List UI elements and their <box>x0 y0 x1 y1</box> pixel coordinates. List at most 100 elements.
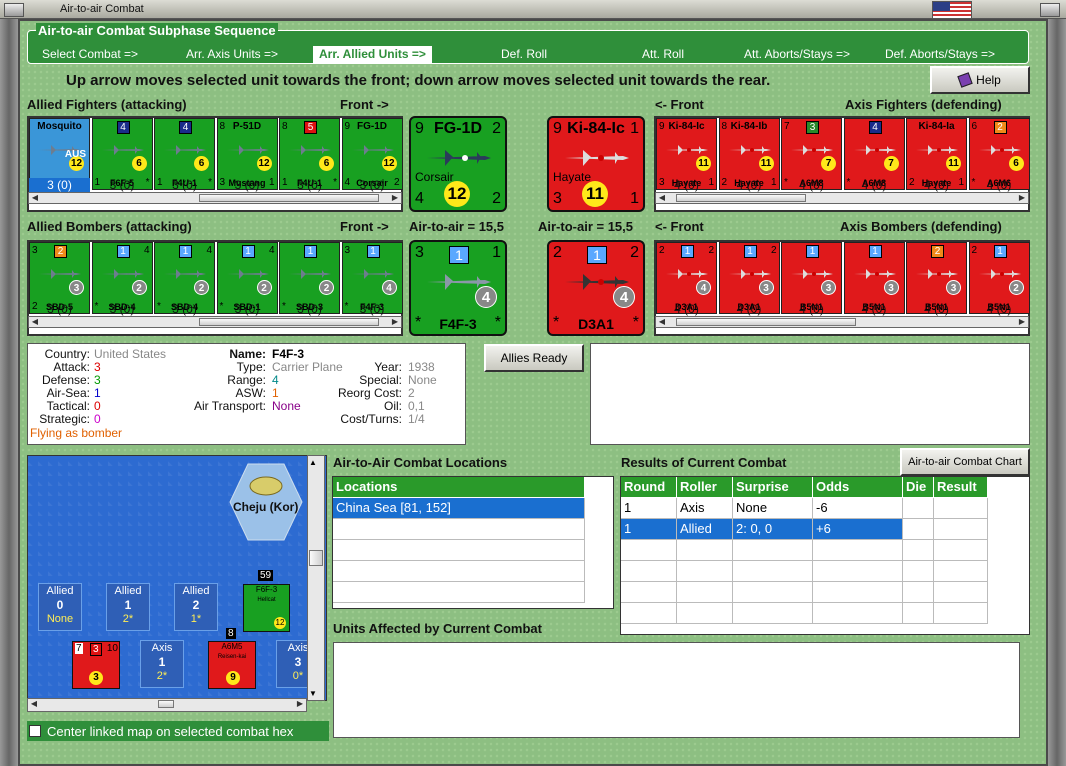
phase-arr-axis[interactable]: Arr. Axis Units => <box>186 46 278 63</box>
scroll-left-icon[interactable]: ◀ <box>30 193 40 203</box>
big-sub: Hayate <box>553 170 592 184</box>
axis_fighters-scrollbar[interactable]: ◀ ▶ <box>655 192 1029 204</box>
results-cell[interactable]: None <box>733 498 813 519</box>
box-side: Allied <box>182 585 210 597</box>
unit-circle: 6 <box>131 156 147 171</box>
locations-header: Air-to-Air Combat Locations <box>333 455 508 470</box>
scroll-right-icon[interactable]: ▶ <box>390 317 400 327</box>
air-combat-chart-button[interactable]: Air-to-air Combat Chart <box>900 448 1030 476</box>
results-cell[interactable]: 1 <box>621 519 677 540</box>
allied_fighters-scrollbar[interactable]: ◀ ▶ <box>28 192 402 204</box>
map-box-allied-1[interactable]: Allied 1 2* <box>106 583 150 631</box>
results-cell <box>621 561 677 582</box>
locations-empty-row <box>333 582 585 603</box>
results-cell[interactable] <box>903 519 934 540</box>
help-button[interactable]: Help <box>930 66 1030 94</box>
results-col-2[interactable]: Surprise <box>733 477 813 497</box>
phase-select-combat[interactable]: Select Combat => <box>42 46 138 63</box>
center-map-row[interactable]: Center linked map on selected combat hex <box>27 721 329 741</box>
affected-list[interactable] <box>333 642 1020 738</box>
air-to-air-right: Air-to-air = 15,5 <box>538 219 634 234</box>
results-cell[interactable] <box>934 498 988 519</box>
unit-circle: 7 <box>883 156 899 171</box>
map-counter-green[interactable]: F6F-3 Hellcat 12 <box>243 584 290 632</box>
scroll-left-icon[interactable]: ◀ <box>29 699 39 709</box>
map-vertical-scrollbar[interactable]: ▲ ▼ <box>307 455 325 701</box>
scroll-right-icon[interactable]: ▶ <box>295 699 305 709</box>
scroll-down-icon[interactable]: ▼ <box>309 689 317 698</box>
scroll-left-icon[interactable]: ◀ <box>30 317 40 327</box>
results-col-1[interactable]: Roller <box>677 477 733 497</box>
axis_bombers-caption-2: 4 (0) <box>799 302 824 316</box>
scroll-thumb[interactable] <box>676 194 806 202</box>
map-box-allied-0[interactable]: Allied 0 None <box>38 583 82 631</box>
map-box-axis-1[interactable]: Axis 1 2* <box>140 640 184 688</box>
results-cell <box>934 582 988 603</box>
results-cell[interactable]: 1 <box>621 498 677 519</box>
box-num: 1 <box>158 655 166 669</box>
results-col-3[interactable]: Odds <box>813 477 903 497</box>
results-col-4[interactable]: Die <box>903 477 934 497</box>
unit-name: Mosquito <box>37 121 82 132</box>
air-to-air-left: Air-to-air = 15,5 <box>409 219 505 234</box>
locations-row[interactable]: China Sea [81, 152] <box>333 498 585 519</box>
scroll-left-icon[interactable]: ◀ <box>657 193 667 203</box>
results-col-0[interactable]: Round <box>621 477 677 497</box>
scroll-right-icon[interactable]: ▶ <box>1017 193 1027 203</box>
system-menu-button[interactable] <box>4 3 24 17</box>
results-col-5[interactable]: Result <box>934 477 988 497</box>
map-vscroll-thumb[interactable] <box>309 550 323 566</box>
map-hscroll-thumb[interactable] <box>158 700 174 708</box>
unit-tl: 6 <box>971 121 978 132</box>
scroll-left-icon[interactable]: ◀ <box>657 317 667 327</box>
map-box-allied-2[interactable]: Allied 2 1* <box>174 583 218 631</box>
results-cell[interactable]: -6 <box>813 498 903 519</box>
map-horizontal-scrollbar[interactable]: ◀ ▶ <box>27 698 307 712</box>
frame-right <box>1048 19 1066 766</box>
results-cell[interactable]: +6 <box>813 519 903 540</box>
results-cell[interactable] <box>934 519 988 540</box>
center-map-checkbox[interactable] <box>29 725 41 737</box>
scroll-right-icon[interactable]: ▶ <box>1017 317 1027 327</box>
allied_bombers-scrollbar[interactable]: ◀ ▶ <box>28 316 402 328</box>
scroll-thumb[interactable] <box>199 194 379 202</box>
title-bar: Air-to-air Combat <box>0 0 1066 19</box>
results-cell[interactable] <box>903 498 934 519</box>
info-oil-label: Oil: <box>384 399 402 413</box>
results-cell <box>934 603 988 624</box>
map-counter-red-2[interactable]: A6M5 Reisen-kai 9 <box>208 641 256 689</box>
phase-arr-allied[interactable]: Arr. Allied Units => <box>313 46 432 63</box>
results-cell[interactable]: Allied <box>677 519 733 540</box>
help-label: Help <box>976 73 1001 87</box>
box-val: 2* <box>156 670 168 682</box>
phase-att-aborts[interactable]: Att. Aborts/Stays => <box>744 46 850 63</box>
allied-active-bomber[interactable]: 3 1 1 4 * F4F-3 * <box>409 240 507 336</box>
map-badge-59: 59 <box>258 570 274 581</box>
linked-map[interactable]: Cheju (Kor) Allied 0 None Allied 1 2* Allied… <box>27 455 327 701</box>
phase-def-roll[interactable]: Def. Roll <box>501 46 547 63</box>
axis_bombers-scrollbar[interactable]: ◀ ▶ <box>655 316 1029 328</box>
allied-active-fighter[interactable]: 9 FG-1D 2 Corsair 4 12 2 <box>409 116 507 212</box>
allies-ready-button[interactable]: Allies Ready <box>484 344 584 372</box>
results-cell[interactable]: 2: 0, 0 <box>733 519 813 540</box>
results-cell[interactable]: Axis <box>677 498 733 519</box>
results-cell <box>621 603 677 624</box>
close-button[interactable] <box>1040 3 1060 17</box>
counter-sub: Hellcat <box>257 597 276 603</box>
scroll-thumb[interactable] <box>676 318 856 326</box>
scroll-up-icon[interactable]: ▲ <box>309 458 317 467</box>
unit-circle: 4 <box>381 280 397 295</box>
scroll-thumb[interactable] <box>199 318 379 326</box>
results-header: Results of Current Combat <box>621 455 787 470</box>
map-counter-red-1[interactable]: 7 3 10 3 <box>72 641 120 689</box>
scroll-right-icon[interactable]: ▶ <box>390 193 400 203</box>
big-bl: 3 <box>553 190 562 207</box>
axis-active-fighter[interactable]: 9 Ki-84-Ic 1 Hayate 3 11 1 <box>547 116 645 212</box>
axis-active-bomber[interactable]: 2 1 2 4 * D3A1 * <box>547 240 645 336</box>
locations-col-header[interactable]: Locations <box>333 477 585 497</box>
axis_bombers-caption-4: 4 (0) <box>924 302 949 316</box>
allied_bombers-caption-2: 3 (0) <box>172 302 197 316</box>
phase-att-roll[interactable]: Att. Roll <box>642 46 684 63</box>
results-cell <box>903 603 934 624</box>
phase-def-aborts[interactable]: Def. Aborts/Stays => <box>885 46 995 63</box>
